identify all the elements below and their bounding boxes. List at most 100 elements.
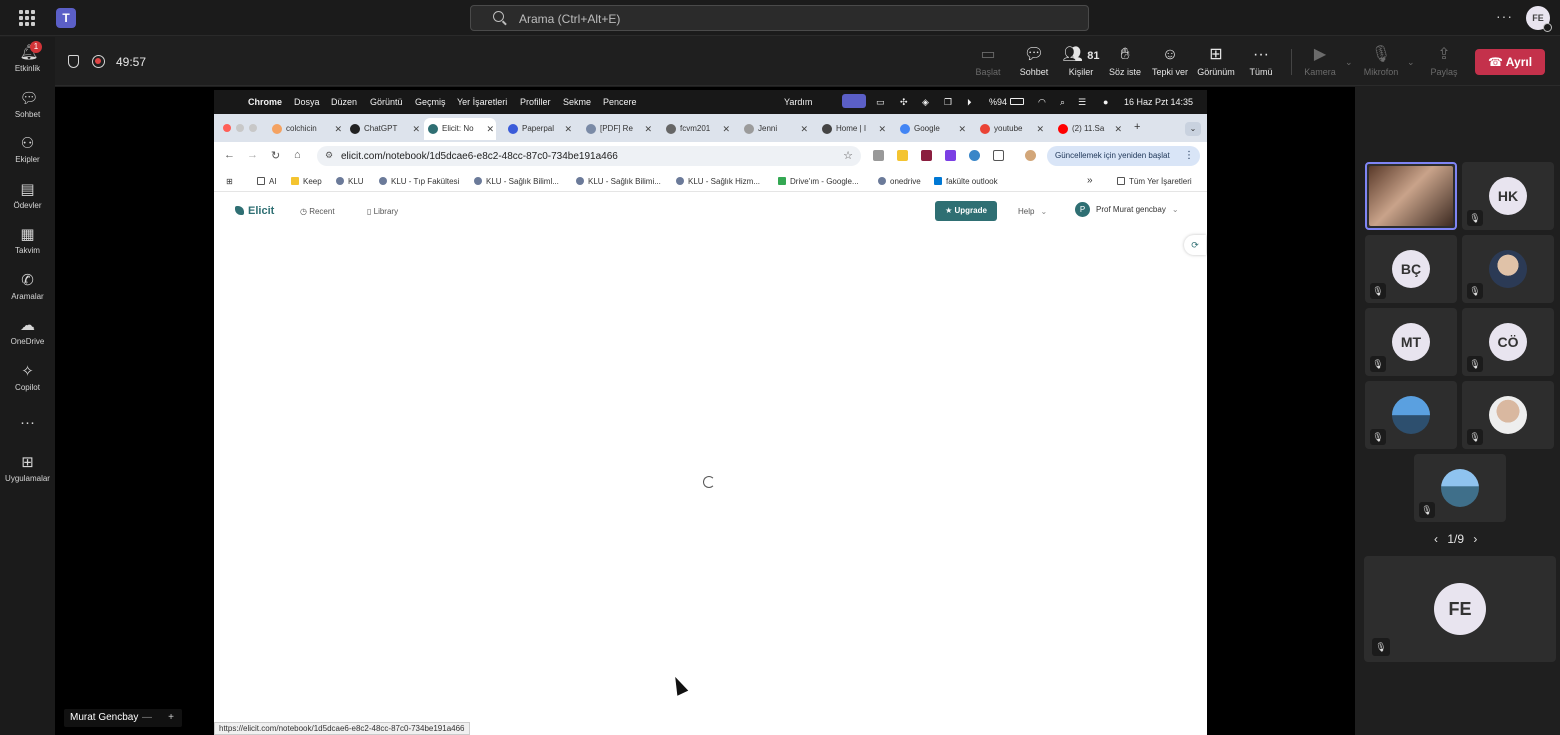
elicit-logo[interactable]: Elicit <box>235 205 274 217</box>
bookmark-item[interactable]: Keep <box>291 177 322 186</box>
apps-grid-icon[interactable]: ⊞ <box>226 177 233 186</box>
rail-item-calendar[interactable]: ▦ Takvim <box>0 227 55 267</box>
close-tab-icon[interactable]: ✕ <box>722 118 730 140</box>
close-window-icon[interactable] <box>223 124 231 132</box>
bookmark-item[interactable]: KLU <box>336 177 364 186</box>
rail-item-onedrive[interactable]: ☁ OneDrive <box>0 318 55 358</box>
home-icon[interactable]: ⌂ <box>294 149 301 161</box>
menu-item[interactable]: Yer İşaretleri <box>457 97 507 107</box>
camera-button[interactable]: ▶︎ Kamera <box>1294 45 1346 81</box>
presenter-name-chip[interactable]: Murat Gencbay — + <box>64 709 182 727</box>
bookmark-item[interactable]: KLU - Sağlık Hizm... <box>676 177 760 186</box>
extension-icon[interactable] <box>873 150 884 161</box>
participant-tile[interactable]: 🎙︎ <box>1462 381 1554 449</box>
help-menu[interactable]: Help ⌄ <box>1018 207 1047 216</box>
profile-avatar[interactable]: FE <box>1526 6 1552 32</box>
chevron-down-icon[interactable]: ⌄ <box>1407 57 1415 68</box>
minimize-icon[interactable]: — <box>142 709 152 727</box>
close-tab-icon[interactable]: ✕ <box>800 118 808 140</box>
bookmark-item[interactable]: KLU - Sağlık Bilimi... <box>576 177 661 186</box>
nav-library[interactable]: ▯ Library <box>367 207 398 216</box>
extension-icon[interactable] <box>969 150 980 161</box>
menu-item[interactable]: Düzen <box>331 97 357 107</box>
participant-tile[interactable]: 🎙︎ <box>1414 454 1506 522</box>
rail-item-copilot[interactable]: ✧ Copilot <box>0 364 55 404</box>
bookmark-star-icon[interactable]: ☆ <box>843 149 853 162</box>
browser-tab[interactable]: ChatGPT ✕ <box>346 118 422 140</box>
close-tab-icon[interactable]: ✕ <box>958 118 966 140</box>
close-tab-icon[interactable]: ✕ <box>878 118 886 140</box>
react-button[interactable]: ☺ Tepki ver <box>1144 45 1196 81</box>
close-tab-icon[interactable]: ✕ <box>644 118 652 140</box>
rail-item-more[interactable]: ··· <box>0 415 55 455</box>
menu-item[interactable]: Yardım <box>784 97 812 107</box>
reload-icon[interactable]: ↻ <box>271 149 280 162</box>
close-tab-icon[interactable]: ✕ <box>412 118 420 140</box>
close-tab-icon[interactable]: ✕ <box>1036 118 1044 140</box>
site-settings-icon[interactable]: ⚙︎ <box>325 150 333 161</box>
minimize-window-icon[interactable] <box>236 124 244 132</box>
rail-item-chat[interactable]: 💬︎ Sohbet <box>0 91 55 131</box>
browser-tab[interactable]: youtube ✕ <box>976 118 1046 140</box>
puzzle-icon[interactable] <box>993 150 1004 161</box>
browser-tab[interactable]: Paperpal ✕ <box>504 118 574 140</box>
chat-button[interactable]: 💬︎ Sohbet <box>1008 45 1060 81</box>
maximize-window-icon[interactable] <box>249 124 257 132</box>
close-tab-icon[interactable]: ✕ <box>334 118 342 140</box>
browser-tab[interactable]: Jenni ✕ <box>740 118 810 140</box>
menu-item[interactable]: Profiller <box>520 97 551 107</box>
more-options-button[interactable]: ··· <box>1496 8 1513 24</box>
participant-tile-active[interactable] <box>1365 162 1457 230</box>
user-menu[interactable]: P Prof Murat gencbay ⌄ <box>1075 202 1179 217</box>
address-bar[interactable]: ⚙︎ elicit.com/notebook/1d5dcae6-e8c2-48c… <box>317 146 861 166</box>
share-content-button[interactable]: ⇪ Paylaş <box>1418 45 1470 81</box>
bookmark-item[interactable]: Drive'ım - Google... <box>778 177 859 186</box>
more-actions-button[interactable]: ··· Tümü <box>1235 45 1287 81</box>
new-tab-button[interactable]: + <box>1134 121 1140 133</box>
rail-item-teams[interactable]: ⚇ Ekipler <box>0 136 55 176</box>
mic-button[interactable]: 🎙︎ Mikrofon <box>1355 45 1407 81</box>
browser-tab[interactable]: (2) 11.Sa ✕ <box>1054 118 1124 140</box>
chevron-left-icon[interactable]: ‹ <box>1434 532 1438 546</box>
browser-tab[interactable]: Google ✕ <box>896 118 968 140</box>
close-tab-icon[interactable]: ✕ <box>486 118 494 140</box>
rail-item-apps[interactable]: ⊞ Uygulamalar <box>0 455 55 495</box>
browser-tab-active[interactable]: Elicit: No ✕ <box>424 118 496 140</box>
browser-tab[interactable]: fcvm201 ✕ <box>662 118 732 140</box>
tab-search-icon[interactable]: ⌄ <box>1185 122 1201 136</box>
expand-icon[interactable]: + <box>168 709 174 727</box>
menu-item[interactable]: Sekme <box>563 97 591 107</box>
leave-button[interactable]: ☎︎ Ayrıl <box>1475 49 1545 75</box>
bookmark-item[interactable]: fakülte outlook <box>934 177 998 186</box>
menu-item[interactable]: Pencere <box>603 97 637 107</box>
bookmarks-overflow-button[interactable]: » <box>1087 175 1093 186</box>
side-panel-toggle-icon[interactable]: ⟳ <box>1184 235 1206 255</box>
kebab-menu-icon[interactable]: ⋮ <box>1184 146 1194 166</box>
rail-item-assignments[interactable]: ▤ Ödevler <box>0 182 55 222</box>
participant-tile[interactable]: BÇ 🎙︎ <box>1365 235 1457 303</box>
participant-tile[interactable]: 🎙︎ <box>1462 235 1554 303</box>
browser-tab[interactable]: colchicin ✕ <box>268 118 344 140</box>
chevron-down-icon[interactable]: ⌄ <box>1345 57 1353 68</box>
rail-item-calls[interactable]: ✆ Aramalar <box>0 273 55 313</box>
bookmark-item[interactable]: KLU - Tıp Fakültesi <box>379 177 459 186</box>
bookmark-item[interactable]: KLU - Sağlık Biliml... <box>474 177 559 186</box>
browser-tab[interactable]: Home | I ✕ <box>818 118 888 140</box>
all-bookmarks-folder[interactable]: Tüm Yer İşaretleri <box>1117 177 1192 186</box>
participant-tile[interactable]: CÖ 🎙︎ <box>1462 308 1554 376</box>
nav-recent[interactable]: ◷ Recent <box>300 207 335 216</box>
menu-item[interactable]: Görüntü <box>370 97 403 107</box>
share-start-button[interactable]: ▭ Başlat <box>962 45 1014 81</box>
upgrade-button[interactable]: ★ Upgrade <box>935 201 997 221</box>
self-view-tile[interactable]: FE 🎙︎ <box>1364 556 1556 662</box>
update-restart-button[interactable]: Güncellemek için yeniden başlat ⋮ <box>1047 146 1200 166</box>
extension-icon[interactable] <box>897 150 908 161</box>
browser-tab[interactable]: [PDF] Re ✕ <box>582 118 654 140</box>
extension-icon[interactable] <box>945 150 956 161</box>
close-tab-icon[interactable]: ✕ <box>1114 118 1122 140</box>
app-launcher-icon[interactable] <box>19 10 35 26</box>
participant-tile[interactable]: HK 🎙︎ <box>1462 162 1554 230</box>
participant-tile[interactable]: MT 🎙︎ <box>1365 308 1457 376</box>
menu-item[interactable]: Geçmiş <box>415 97 446 107</box>
menu-item[interactable]: Dosya <box>294 97 320 107</box>
